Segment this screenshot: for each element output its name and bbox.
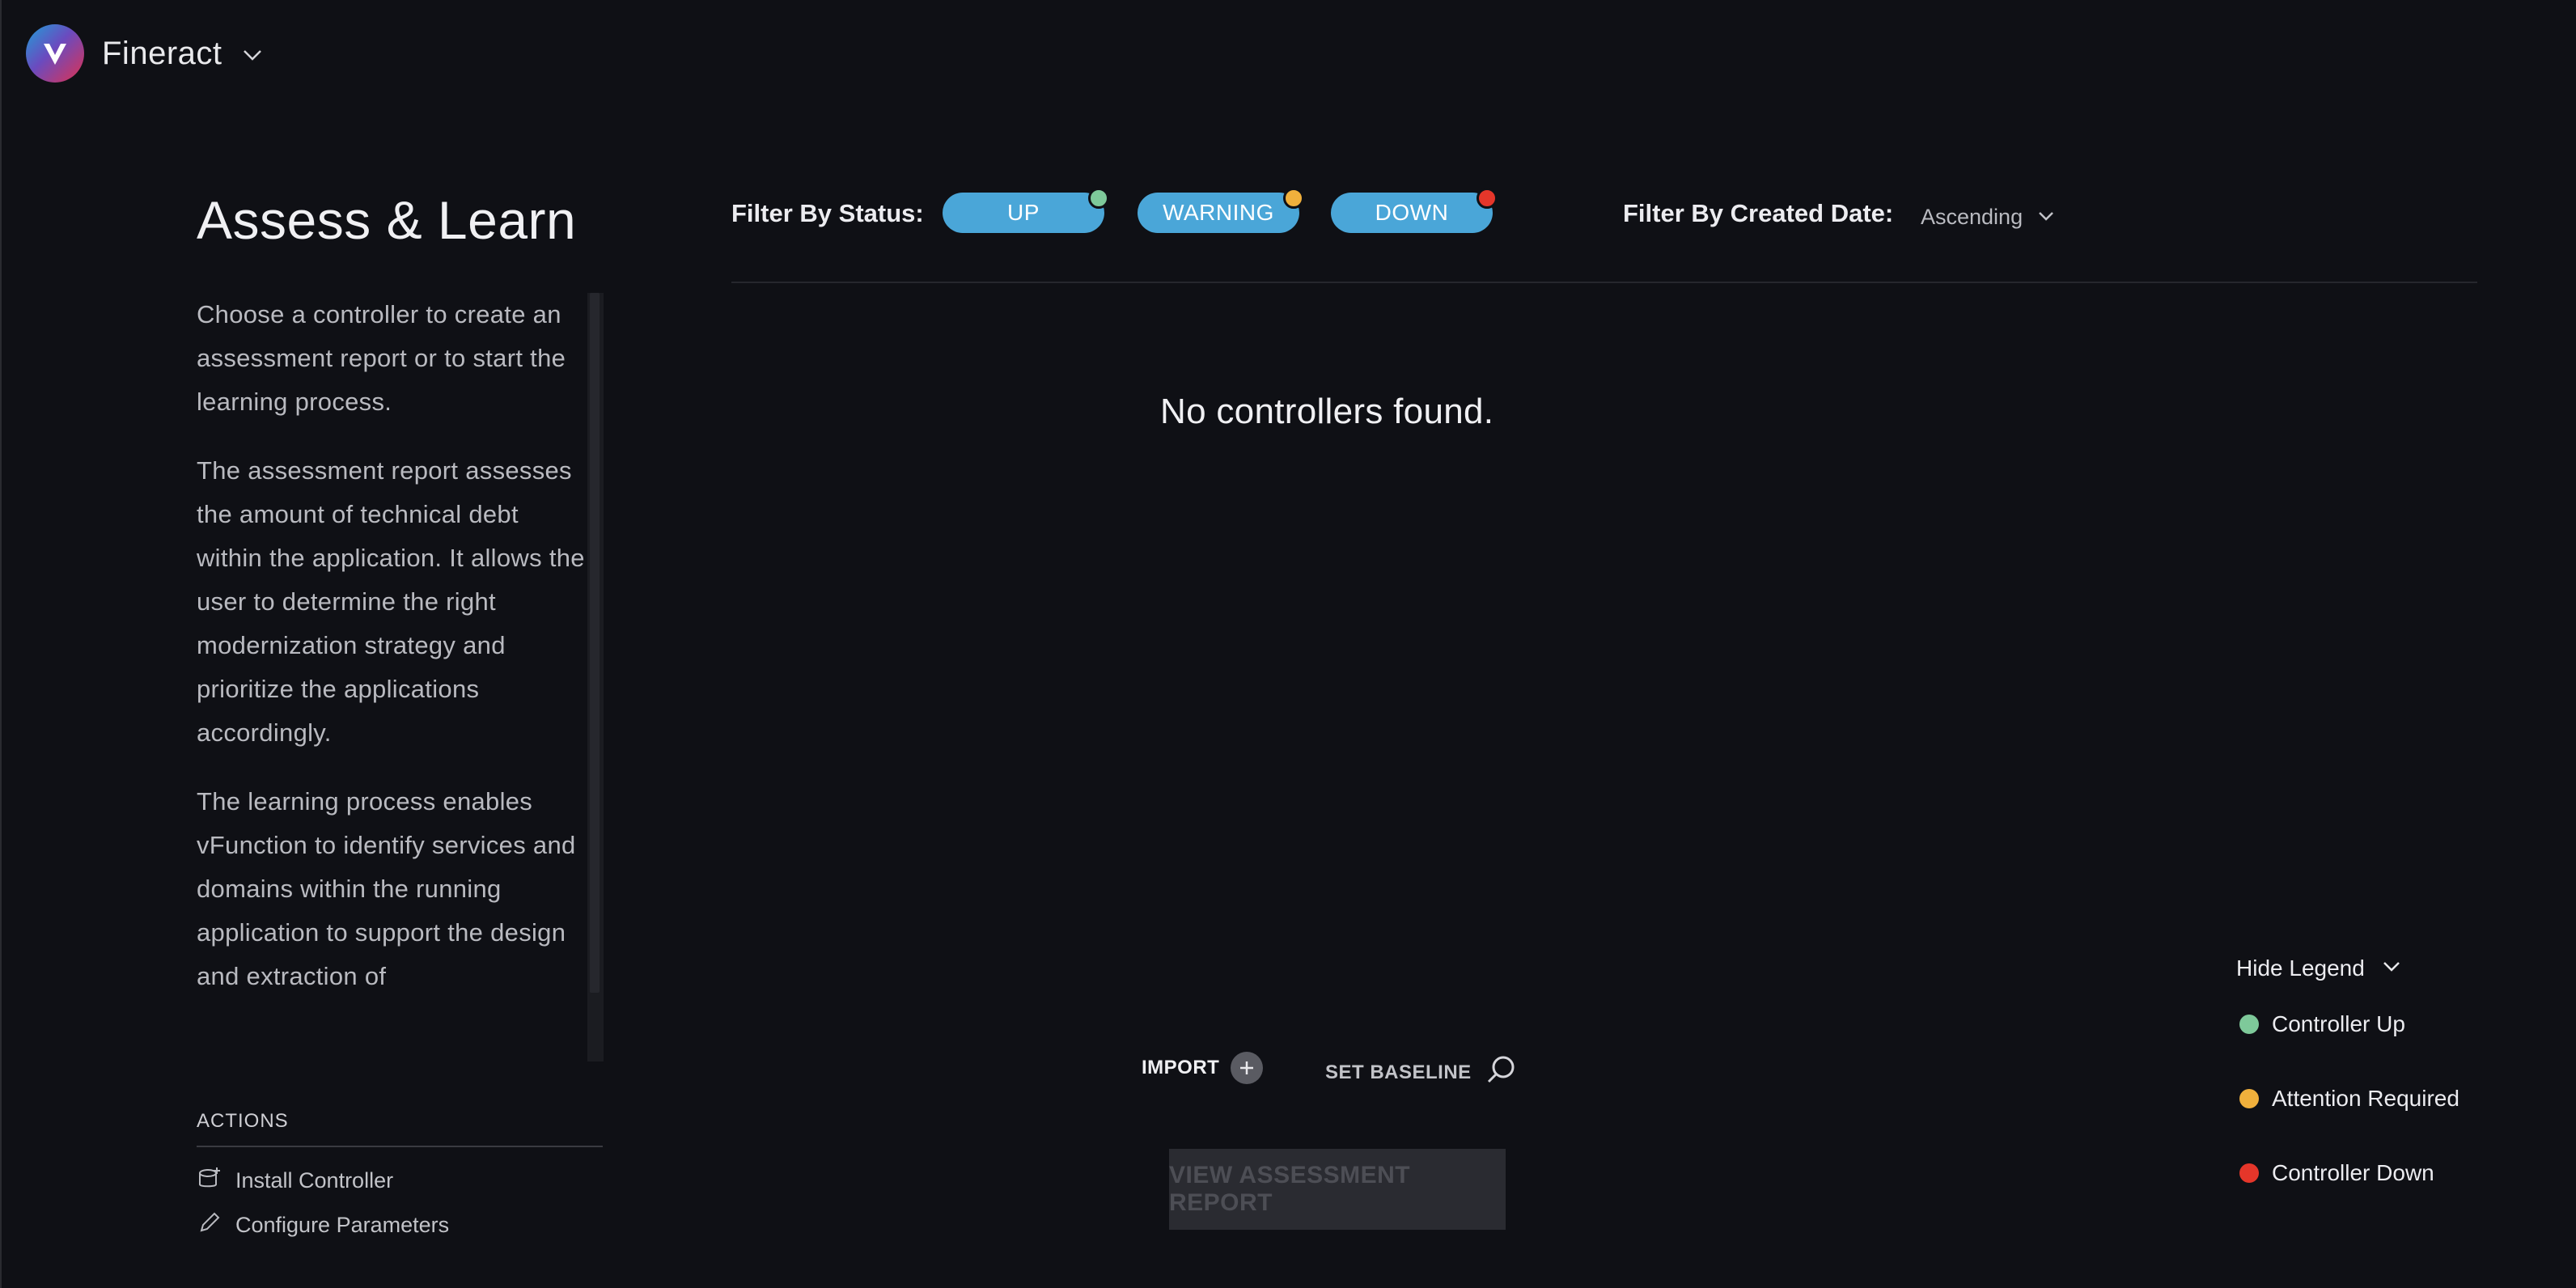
install-icon [197, 1165, 222, 1197]
status-filter-label: DOWN [1375, 200, 1449, 225]
plus-icon [1231, 1052, 1264, 1084]
description-paragraph: The learning process enables vFunction t… [197, 787, 576, 990]
pencil-icon [197, 1210, 222, 1241]
app-name: Fineract [102, 35, 222, 71]
legend-item-controller-down: Controller Down [2239, 1160, 2434, 1186]
legend-item-controller-up: Controller Up [2239, 1011, 2405, 1037]
import-label: IMPORT [1142, 1057, 1220, 1078]
status-dot-icon [1477, 188, 1498, 209]
configure-parameters-action[interactable]: Configure Parameters [197, 1210, 449, 1241]
action-label: Install Controller [235, 1168, 394, 1193]
chevron-down-icon[interactable] [240, 36, 265, 71]
app-switcher[interactable]: Fineract [26, 24, 265, 83]
v-logo-icon [26, 24, 84, 83]
legend-label: Controller Up [2272, 1011, 2405, 1036]
import-button[interactable]: IMPORT [1142, 1052, 1264, 1084]
description-paragraph: The assessment report assesses the amoun… [197, 456, 585, 747]
actions-heading: ACTIONS [197, 1110, 289, 1132]
legend-toggle-label: Hide Legend [2236, 955, 2365, 981]
chevron-down-icon [2379, 951, 2404, 985]
description-scrollbar[interactable] [587, 293, 604, 1061]
legend-item-attention-required: Attention Required [2239, 1086, 2459, 1112]
status-dot-icon [1283, 188, 1304, 209]
date-sort-select[interactable]: Ascending [1921, 202, 2057, 232]
set-baseline-label: SET BASELINE [1325, 1061, 1472, 1083]
scrollbar-thumb[interactable] [590, 293, 600, 993]
date-sort-value: Ascending [1921, 205, 2023, 229]
install-controller-action[interactable]: Install Controller [197, 1165, 393, 1197]
app-window: Fineract Assess & Learn Choose a control… [0, 0, 2576, 1288]
chevron-down-icon [2036, 202, 2057, 232]
description-paragraph: Choose a controller to create an assessm… [197, 300, 566, 416]
action-label: Configure Parameters [235, 1213, 450, 1237]
hide-legend-toggle[interactable]: Hide Legend [2236, 951, 2404, 985]
status-filter-up[interactable]: UP [943, 188, 1109, 233]
filter-date-label: Filter By Created Date: [1623, 199, 1894, 227]
divider [197, 1146, 603, 1147]
status-filter-warning[interactable]: WARNING [1138, 188, 1304, 233]
description-panel: Choose a controller to create an assessm… [197, 293, 601, 1061]
filter-status-label: Filter By Status: [731, 199, 924, 227]
status-filter-label: WARNING [1163, 200, 1274, 225]
status-filter-label: UP [1007, 200, 1040, 225]
divider [731, 282, 2477, 283]
legend-label: Controller Down [2272, 1160, 2434, 1185]
search-icon [1483, 1052, 1519, 1093]
set-baseline-button[interactable]: SET BASELINE [1325, 1052, 1519, 1093]
legend-label: Attention Required [2272, 1086, 2459, 1111]
status-dot-icon [2239, 1015, 2259, 1034]
status-dot-icon [2239, 1163, 2259, 1183]
status-dot-icon [2239, 1089, 2259, 1108]
page-title: Assess & Learn [197, 190, 577, 250]
empty-state-message: No controllers found. [1160, 392, 1494, 431]
status-dot-icon [1088, 188, 1109, 209]
view-assessment-report-button[interactable]: VIEW ASSESSMENT REPORT [1169, 1149, 1506, 1230]
status-filter-down[interactable]: DOWN [1331, 188, 1498, 233]
